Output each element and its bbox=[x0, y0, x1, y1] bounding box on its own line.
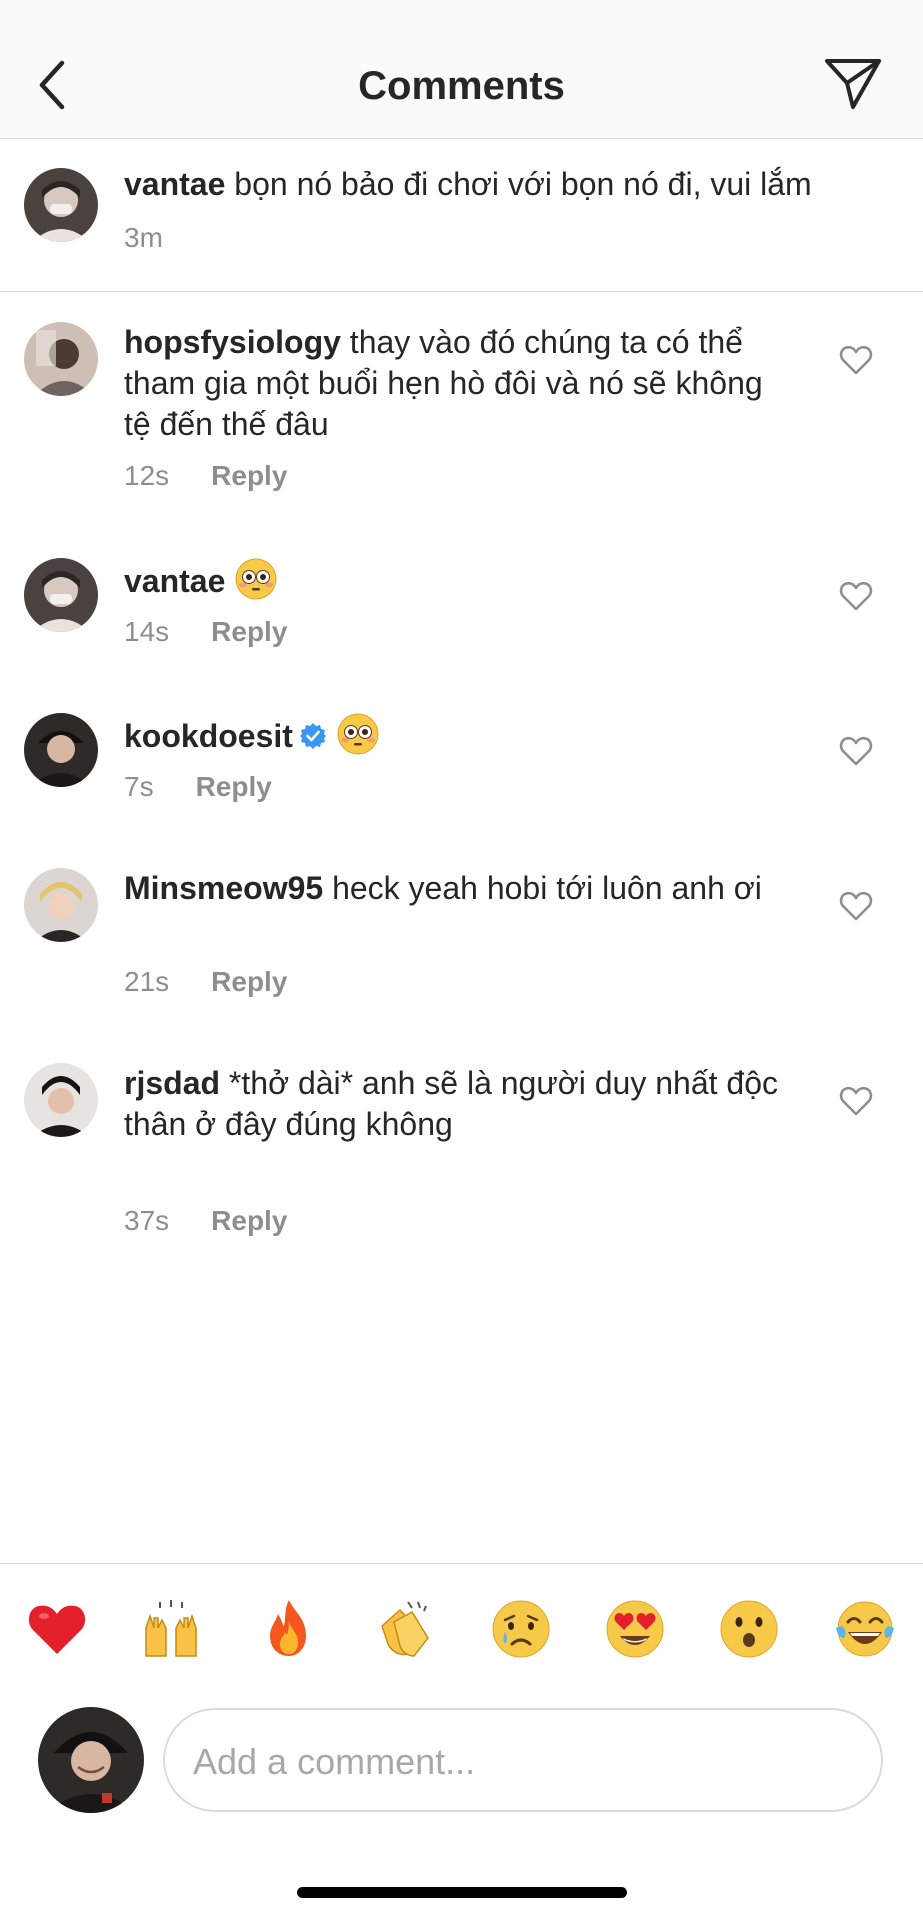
verified-badge-icon bbox=[299, 723, 326, 749]
like-button[interactable] bbox=[839, 580, 873, 612]
red-heart-icon bbox=[28, 1605, 86, 1654]
comment-meta: 7s Reply bbox=[124, 771, 272, 803]
like-button[interactable] bbox=[839, 890, 873, 922]
comment-item: kookdoesit 7s Reply bbox=[0, 695, 923, 815]
top-navigation-bar: Comments bbox=[0, 0, 923, 139]
comment-time: 37s bbox=[124, 1205, 170, 1236]
heart-outline-icon bbox=[839, 891, 873, 921]
home-indicator[interactable] bbox=[297, 1887, 627, 1898]
comment-input-container bbox=[163, 1708, 883, 1812]
comment-username[interactable]: vantae bbox=[124, 563, 225, 599]
comment-text: kookdoesit bbox=[124, 713, 794, 757]
avatar[interactable] bbox=[24, 1063, 98, 1137]
like-button[interactable] bbox=[839, 344, 873, 376]
comment-time: 7s bbox=[124, 771, 154, 802]
comment-meta: 21s Reply bbox=[124, 966, 287, 998]
comment-meta: 37s Reply bbox=[124, 1205, 287, 1237]
fire-icon bbox=[270, 1600, 306, 1656]
avatar[interactable] bbox=[24, 713, 98, 787]
raising-hands-emoji-button[interactable] bbox=[140, 1598, 202, 1660]
comment-time: 14s bbox=[124, 616, 170, 647]
like-button[interactable] bbox=[839, 1085, 873, 1117]
raising-hands-icon bbox=[145, 1600, 197, 1657]
clapping-hands-icon bbox=[381, 1601, 429, 1657]
fire-emoji-button[interactable] bbox=[258, 1598, 320, 1660]
comment-meta: 14s Reply bbox=[124, 616, 287, 648]
clapping-hands-emoji-button[interactable] bbox=[374, 1598, 436, 1660]
comment-meta: 12s Reply bbox=[124, 460, 287, 492]
comment-text: rjsdad *thở dài* anh sẽ là người duy nhấ… bbox=[124, 1063, 794, 1145]
crying-face-emoji-button[interactable] bbox=[490, 1598, 552, 1660]
current-user-avatar[interactable] bbox=[38, 1707, 144, 1813]
caption-text: vantae bọn nó bảo đi chơi với bọn nó đi,… bbox=[124, 164, 904, 205]
tears-of-joy-emoji-button[interactable] bbox=[834, 1598, 896, 1660]
caption-body: bọn nó bảo đi chơi với bọn nó đi, vui lắ… bbox=[225, 166, 812, 202]
heart-outline-icon bbox=[839, 581, 873, 611]
page-title: Comments bbox=[358, 64, 565, 108]
comment-item: rjsdad *thở dài* anh sẽ là người duy nhấ… bbox=[0, 1045, 923, 1245]
comment-body: *thở dài* anh sẽ là người duy nhất độc t… bbox=[124, 1065, 778, 1142]
comment-username[interactable]: hopsfysiology bbox=[124, 324, 341, 360]
red-heart-emoji-button[interactable] bbox=[26, 1598, 88, 1660]
comment-username[interactable]: kookdoesit bbox=[124, 718, 293, 754]
heart-outline-icon bbox=[839, 1086, 873, 1116]
paper-plane-icon bbox=[825, 59, 881, 109]
surprised-face-emoji-button[interactable] bbox=[718, 1598, 780, 1660]
comment-time: 12s bbox=[124, 460, 170, 491]
flushed-face-emoji bbox=[235, 558, 277, 600]
comment-text: vantae bbox=[124, 558, 794, 602]
avatar[interactable] bbox=[24, 322, 98, 396]
heart-outline-icon bbox=[839, 345, 873, 375]
comment-username[interactable]: Minsmeow95 bbox=[124, 870, 323, 906]
surprised-face-icon bbox=[720, 1600, 778, 1658]
caption-timestamp: 3m bbox=[124, 222, 163, 254]
reply-button[interactable]: Reply bbox=[211, 460, 287, 491]
comment-item: Minsmeow95 heck yeah hobi tới luôn anh ơ… bbox=[0, 850, 923, 1010]
caption-username[interactable]: vantae bbox=[124, 166, 225, 202]
comment-item: vantae 14s Reply bbox=[0, 540, 923, 660]
reply-button[interactable]: Reply bbox=[196, 771, 272, 802]
tears-of-joy-icon bbox=[836, 1601, 894, 1657]
share-button[interactable] bbox=[823, 55, 883, 111]
comment-time: 21s bbox=[124, 966, 170, 997]
reply-button[interactable]: Reply bbox=[211, 966, 287, 997]
like-button[interactable] bbox=[839, 735, 873, 767]
comment-body: heck yeah hobi tới luôn anh ơi bbox=[323, 870, 762, 906]
comment-username[interactable]: rjsdad bbox=[124, 1065, 220, 1101]
avatar[interactable] bbox=[24, 168, 98, 242]
comment-text: hopsfysiology thay vào đó chúng ta có th… bbox=[124, 322, 794, 445]
comment-item: hopsfysiology thay vào đó chúng ta có th… bbox=[0, 292, 923, 502]
heart-outline-icon bbox=[839, 736, 873, 766]
heart-eyes-icon bbox=[606, 1600, 664, 1658]
post-caption: vantae bọn nó bảo đi chơi với bọn nó đi,… bbox=[0, 140, 923, 292]
avatar[interactable] bbox=[24, 558, 98, 632]
quick-reaction-row bbox=[0, 1598, 923, 1662]
comment-text: Minsmeow95 heck yeah hobi tới luôn anh ơ… bbox=[124, 868, 794, 909]
avatar[interactable] bbox=[24, 868, 98, 942]
reply-button[interactable]: Reply bbox=[211, 1205, 287, 1236]
flushed-face-emoji bbox=[337, 713, 379, 755]
caption-time: 3m bbox=[124, 222, 163, 253]
reply-button[interactable]: Reply bbox=[211, 616, 287, 647]
crying-face-icon bbox=[492, 1600, 550, 1658]
heart-eyes-emoji-button[interactable] bbox=[604, 1598, 666, 1660]
comment-input[interactable] bbox=[193, 1736, 853, 1788]
